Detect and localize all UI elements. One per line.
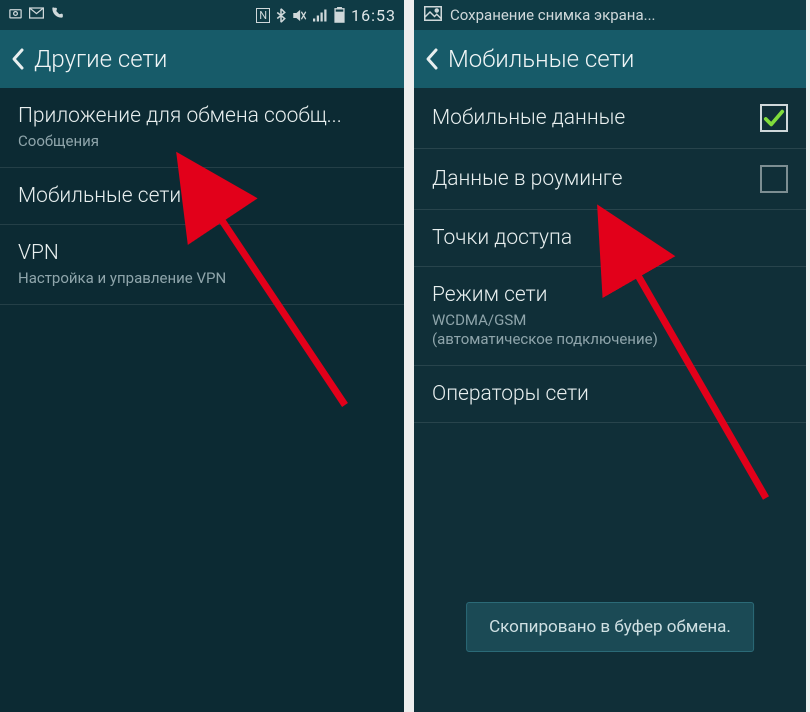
phone-right: Сохранение снимка экрана... Мобильные се… xyxy=(414,0,806,712)
item-title: Режим сети xyxy=(432,283,788,307)
item-title: Операторы сети xyxy=(432,382,788,406)
back-icon[interactable] xyxy=(10,47,26,71)
checkbox-mobile-data[interactable] xyxy=(760,104,788,132)
item-title: VPN xyxy=(18,241,386,265)
settings-list: Мобильные данные Данные в роуминге Точки… xyxy=(414,88,806,423)
header-title: Мобильные сети xyxy=(448,45,634,73)
screen-header[interactable]: Мобильные сети xyxy=(414,30,806,88)
item-title: Приложение для обмена сообщ... xyxy=(18,104,386,128)
screenshot-icon xyxy=(424,6,442,25)
status-notification-text: Сохранение снимка экрана... xyxy=(450,6,655,24)
item-access-points[interactable]: Точки доступа xyxy=(414,210,806,267)
toast-copied: Скопировано в буфер обмена. xyxy=(466,602,754,652)
item-roaming-data[interactable]: Данные в роуминге xyxy=(414,149,806,210)
screenshot-icon xyxy=(8,6,23,25)
item-messaging-app[interactable]: Приложение для обмена сообщ... Сообщения xyxy=(0,88,404,168)
item-subtitle: Настройка и управление VPN xyxy=(18,269,386,288)
item-network-mode[interactable]: Режим сети WCDMA/GSM (автоматическое под… xyxy=(414,267,806,366)
back-icon[interactable] xyxy=(424,47,440,71)
phone-icon xyxy=(50,6,64,24)
mail-icon xyxy=(29,7,44,23)
item-vpn[interactable]: VPN Настройка и управление VPN xyxy=(0,225,404,305)
status-bar: N 16:53 xyxy=(0,0,404,30)
toast-text: Скопировано в буфер обмена. xyxy=(489,617,731,637)
item-subtitle: Сообщения xyxy=(18,132,386,151)
bluetooth-icon xyxy=(276,8,286,23)
settings-list: Приложение для обмена сообщ... Сообщения… xyxy=(0,88,404,305)
nfc-icon: N xyxy=(256,8,270,23)
item-mobile-data[interactable]: Мобильные данные xyxy=(414,88,806,149)
mute-icon xyxy=(292,9,307,22)
item-network-operators[interactable]: Операторы сети xyxy=(414,366,806,423)
item-title: Мобильные сети xyxy=(18,184,386,208)
signal-icon xyxy=(313,9,328,22)
item-title: Данные в роуминге xyxy=(432,167,750,191)
checkbox-roaming[interactable] xyxy=(760,165,788,193)
phone-left: N 16:53 Другие сети Приложение для обмен… xyxy=(0,0,404,712)
battery-icon xyxy=(334,7,345,23)
item-subtitle: WCDMA/GSM (автоматическое подключение) xyxy=(432,311,788,349)
status-notification: Сохранение снимка экрана... xyxy=(414,0,806,30)
item-title: Мобильные данные xyxy=(432,106,750,130)
header-title: Другие сети xyxy=(34,45,167,73)
status-clock: 16:53 xyxy=(351,6,396,25)
item-title: Точки доступа xyxy=(432,226,788,250)
item-mobile-networks[interactable]: Мобильные сети xyxy=(0,168,404,225)
screen-header[interactable]: Другие сети xyxy=(0,30,404,88)
